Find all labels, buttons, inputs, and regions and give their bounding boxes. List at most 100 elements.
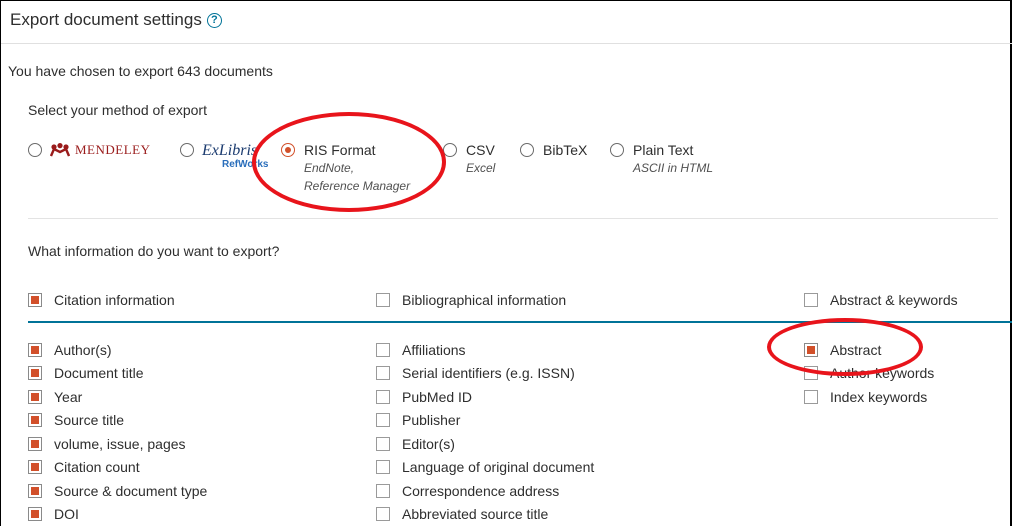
- export-option-refworks[interactable]: ExLibris RefWorks: [180, 142, 286, 178]
- radio-plaintext[interactable]: [610, 143, 624, 157]
- plaintext-label: Plain Text: [633, 142, 694, 158]
- checkbox-citation-information[interactable]: [28, 293, 42, 307]
- radio-ris[interactable]: [281, 143, 295, 157]
- list-item[interactable]: Publisher: [376, 409, 594, 433]
- item-label: Document title: [54, 365, 144, 382]
- csv-sub: Excel: [466, 161, 496, 175]
- list-item[interactable]: Index keywords: [804, 385, 934, 409]
- list-item[interactable]: Correspondence address: [376, 479, 594, 503]
- exlibris-label: ExLibris: [202, 142, 258, 159]
- checkbox[interactable]: [804, 366, 818, 381]
- export-count-text: You have chosen to export 643 documents: [8, 63, 273, 79]
- export-option-mendeley[interactable]: MENDELEY: [28, 142, 151, 158]
- checkbox[interactable]: [28, 460, 42, 475]
- list-item[interactable]: Affiliations: [376, 338, 594, 362]
- column-header-label: Abstract & keywords: [830, 292, 958, 308]
- column-header-label: Bibliographical information: [402, 292, 567, 308]
- item-label: DOI: [54, 506, 79, 523]
- item-label: Author keywords: [830, 365, 935, 382]
- column-header-abstract[interactable]: Abstract & keywords: [804, 292, 958, 308]
- refworks-label: RefWorks: [222, 159, 269, 170]
- checkbox[interactable]: [28, 413, 42, 428]
- list-item[interactable]: Language of original document: [376, 456, 594, 480]
- list-item[interactable]: Document title: [28, 362, 207, 386]
- item-label: Serial identifiers (e.g. ISSN): [402, 365, 575, 382]
- radio-bibtex[interactable]: [520, 143, 534, 157]
- section-divider: [28, 218, 998, 219]
- checkbox[interactable]: [376, 413, 390, 428]
- column-header-divider: [28, 321, 1012, 323]
- method-heading: Select your method of export: [28, 102, 207, 118]
- list-item[interactable]: Source title: [28, 409, 207, 433]
- item-label: Publisher: [402, 412, 461, 429]
- dialog-title: Export document settings ?: [10, 10, 222, 30]
- mendeley-logo: MENDELEY: [50, 142, 151, 158]
- checkbox[interactable]: [804, 342, 818, 357]
- checkbox-bibliographical-information[interactable]: [376, 293, 390, 307]
- ris-sub-refman: Reference Manager: [304, 179, 411, 193]
- list-item[interactable]: Abstract: [804, 338, 934, 362]
- list-item[interactable]: Author(s): [28, 338, 207, 362]
- checkbox[interactable]: [28, 389, 42, 404]
- item-label: Year: [54, 388, 83, 405]
- list-item[interactable]: volume, issue, pages: [28, 432, 207, 456]
- list-item[interactable]: Citation count: [28, 456, 207, 480]
- export-option-ris[interactable]: RIS Format EndNote, Reference Manager: [281, 142, 410, 195]
- page-title: Export document settings: [10, 10, 202, 29]
- item-label: Abstract: [830, 341, 882, 358]
- item-label: Abbreviated source title: [402, 506, 549, 523]
- checkbox[interactable]: [28, 483, 42, 498]
- list-item[interactable]: DOI: [28, 503, 207, 526]
- column-header-label: Citation information: [54, 292, 175, 308]
- checkbox[interactable]: [28, 507, 42, 522]
- list-item[interactable]: Serial identifiers (e.g. ISSN): [376, 362, 594, 386]
- exlibris-refworks-logo: ExLibris RefWorks: [202, 142, 286, 178]
- checkbox[interactable]: [376, 483, 390, 498]
- checkbox[interactable]: [376, 507, 390, 522]
- item-label: Index keywords: [830, 388, 928, 405]
- item-label: Language of original document: [402, 459, 595, 476]
- info-heading: What information do you want to export?: [28, 243, 280, 259]
- item-label: Author(s): [54, 341, 112, 358]
- checkbox[interactable]: [376, 436, 390, 451]
- checkbox[interactable]: [28, 342, 42, 357]
- ris-label: RIS Format: [304, 142, 376, 158]
- list-item[interactable]: Author keywords: [804, 362, 934, 386]
- radio-mendeley[interactable]: [28, 143, 42, 157]
- item-label: Source & document type: [54, 482, 208, 499]
- item-label: Affiliations: [402, 341, 466, 358]
- list-item[interactable]: Source & document type: [28, 479, 207, 503]
- export-option-plaintext[interactable]: Plain Text ASCII in HTML: [610, 142, 713, 177]
- plaintext-sub: ASCII in HTML: [633, 161, 714, 175]
- export-option-csv[interactable]: CSV Excel: [443, 142, 495, 177]
- radio-csv[interactable]: [443, 143, 457, 157]
- help-icon[interactable]: ?: [206, 12, 222, 28]
- item-label: Citation count: [54, 459, 140, 476]
- csv-label: CSV: [466, 142, 495, 158]
- item-label: Source title: [54, 412, 125, 429]
- checkbox[interactable]: [376, 389, 390, 404]
- item-label: Correspondence address: [402, 482, 560, 499]
- checkbox-abstract-keywords[interactable]: [804, 293, 818, 307]
- column-header-citation[interactable]: Citation information: [28, 292, 175, 308]
- mendeley-label: MENDELEY: [75, 142, 151, 157]
- item-label: PubMed ID: [402, 388, 473, 405]
- list-item[interactable]: Editor(s): [376, 432, 594, 456]
- radio-refworks[interactable]: [180, 143, 194, 157]
- item-label: Editor(s): [402, 435, 455, 452]
- item-label: volume, issue, pages: [54, 435, 186, 452]
- export-option-bibtex[interactable]: BibTeX: [520, 142, 587, 159]
- title-divider: [1, 43, 1012, 44]
- checkbox[interactable]: [28, 436, 42, 451]
- list-item[interactable]: Abbreviated source title: [376, 503, 594, 526]
- checkbox[interactable]: [804, 389, 818, 404]
- checkbox[interactable]: [376, 366, 390, 381]
- list-item[interactable]: Year: [28, 385, 207, 409]
- list-item[interactable]: PubMed ID: [376, 385, 594, 409]
- column-header-bibliographical[interactable]: Bibliographical information: [376, 292, 566, 308]
- checkbox[interactable]: [376, 342, 390, 357]
- checkbox[interactable]: [376, 460, 390, 475]
- checkbox[interactable]: [28, 366, 42, 381]
- ris-sub-endnote: EndNote,: [304, 161, 355, 175]
- bibliographical-column: Affiliations Serial identifiers (e.g. IS…: [376, 338, 594, 526]
